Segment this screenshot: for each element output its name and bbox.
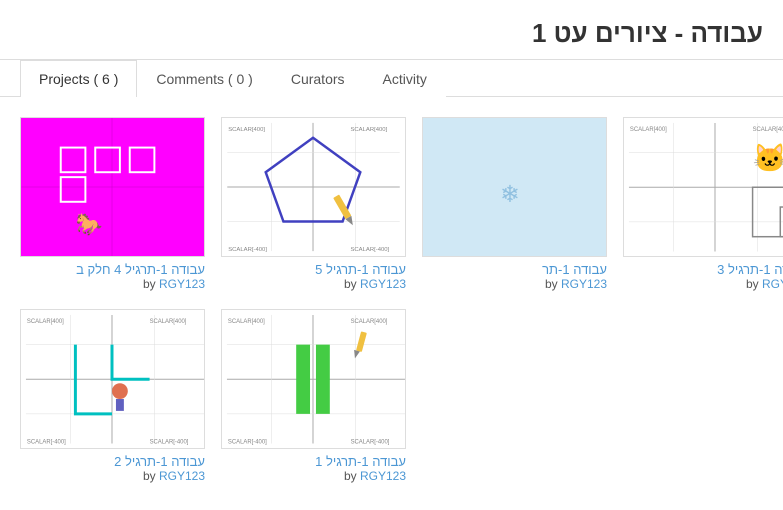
project-info: עבודה 1-תרגיל 3 by RGY123: [623, 262, 783, 291]
project-info: עבודה 1-תרגיל 1 by RGY123: [221, 454, 406, 483]
project-card[interactable]: SCALAR[400] SCALAR[400] SCALAR[-400] SCA…: [221, 309, 406, 483]
author-link[interactable]: RGY123: [159, 277, 205, 291]
svg-text:SCALAR[-400]: SCALAR[-400]: [27, 440, 66, 446]
svg-text:SCALAR[400]: SCALAR[400]: [228, 319, 265, 325]
svg-text:🐎: 🐎: [76, 211, 103, 236]
svg-text:SCALAR[-400]: SCALAR[-400]: [351, 440, 390, 446]
project-info: עבודה 1-תרגיל 2 by RGY123: [20, 454, 205, 483]
svg-text:SCALAR[400]: SCALAR[400]: [753, 127, 783, 133]
author-link[interactable]: RGY123: [360, 469, 406, 483]
tab-comments[interactable]: Comments ( 0 ): [137, 60, 271, 97]
project-author: by RGY123: [623, 277, 783, 291]
project-card[interactable]: SCALAR[400] SCALAR[400] SCALAR[-400] SCA…: [221, 117, 406, 291]
tab-curators[interactable]: Curators: [272, 60, 364, 97]
svg-text:SCALAR[-400]: SCALAR[-400]: [228, 247, 267, 253]
project-title[interactable]: עבודה 1-תרגיל 3: [623, 262, 783, 277]
page-header: עבודה - ציורים עט 1: [0, 0, 783, 60]
project-card[interactable]: 🐎 עבודה 1-תרגיל 4 חלק ב by RGY123: [20, 117, 205, 291]
project-title[interactable]: עבודה 1-תרגיל 4 חלק ב: [20, 262, 205, 277]
svg-text:SCALAR[400]: SCALAR[400]: [630, 127, 667, 133]
project-author: by RGY123: [422, 277, 607, 291]
tab-projects[interactable]: Projects ( 6 ): [20, 60, 137, 97]
projects-grid: 🐎 עבודה 1-תרגיל 4 חלק ב by RGY123: [20, 117, 763, 483]
project-title[interactable]: עבודה 1-תרגיל 5: [221, 262, 406, 277]
project-author: by RGY123: [20, 469, 205, 483]
project-info: עבודה 1-תרגיל 4 חלק ב by RGY123: [20, 262, 205, 291]
main-content: 🐎 עבודה 1-תרגיל 4 חלק ב by RGY123: [0, 97, 783, 503]
author-link[interactable]: RGY123: [159, 469, 205, 483]
project-title[interactable]: עבודה 1-תרגיל 2: [20, 454, 205, 469]
project-thumbnail: SCALAR[400] SCALAR[400] SCALAR[-400] SCA…: [221, 117, 406, 257]
tab-bar: Projects ( 6 ) Comments ( 0 ) Curators A…: [0, 60, 783, 97]
project-thumbnail: 🐱 SCALAR[400] SCALAR[400]: [623, 117, 783, 257]
project-info: עבודה 1-תר by RGY123: [422, 262, 607, 291]
author-link[interactable]: RGY123: [762, 277, 783, 291]
project-thumbnail: SCALAR[400] SCALAR[400] SCALAR[-400] SCA…: [221, 309, 406, 449]
page-title: עבודה - ציורים עט 1: [20, 18, 763, 49]
svg-text:SCALAR[400]: SCALAR[400]: [350, 127, 387, 133]
svg-text:SCALAR[400]: SCALAR[400]: [351, 319, 388, 325]
svg-text:SCALAR[400]: SCALAR[400]: [228, 127, 265, 133]
project-card[interactable]: ❄ עבודה 1-תר by RGY123: [422, 117, 607, 291]
svg-text:SCALAR[400]: SCALAR[400]: [27, 319, 64, 325]
project-title[interactable]: עבודה 1-תרגיל 1: [221, 454, 406, 469]
author-link[interactable]: RGY123: [360, 277, 406, 291]
svg-text:🐱: 🐱: [753, 142, 783, 173]
project-author: by RGY123: [221, 469, 406, 483]
project-author: by RGY123: [221, 277, 406, 291]
project-author: by RGY123: [20, 277, 205, 291]
svg-text:❄: ❄: [500, 182, 520, 208]
project-thumbnail: SCALAR[400] SCALAR[400] SCALAR[-400] SCA…: [20, 309, 205, 449]
project-thumbnail: ❄: [422, 117, 607, 257]
svg-text:SCALAR[-400]: SCALAR[-400]: [150, 440, 189, 446]
project-info: עבודה 1-תרגיל 5 by RGY123: [221, 262, 406, 291]
project-title[interactable]: עבודה 1-תר: [422, 262, 607, 277]
project-card[interactable]: 🐱 SCALAR[400] SCALAR[400] עבודה 1-תרגיל …: [623, 117, 783, 291]
author-link[interactable]: RGY123: [561, 277, 607, 291]
svg-text:SCALAR[-400]: SCALAR[-400]: [228, 440, 267, 446]
project-thumbnail: 🐎: [20, 117, 205, 257]
project-card[interactable]: SCALAR[400] SCALAR[400] SCALAR[-400] SCA…: [20, 309, 205, 483]
svg-text:SCALAR[-400]: SCALAR[-400]: [350, 247, 389, 253]
svg-text:SCALAR[400]: SCALAR[400]: [150, 319, 187, 325]
tab-activity[interactable]: Activity: [364, 60, 446, 97]
